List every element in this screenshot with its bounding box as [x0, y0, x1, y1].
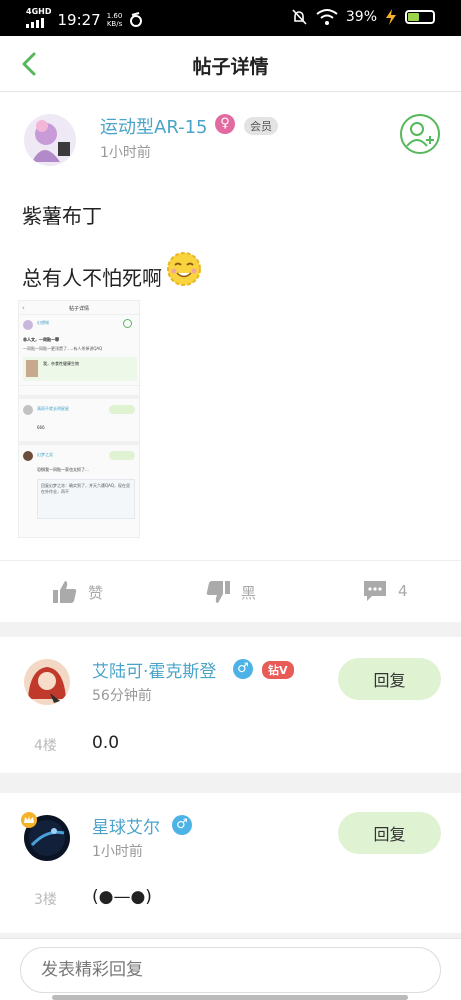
embedded-c2-avatar	[23, 451, 33, 461]
dislike-button[interactable]: 黑	[205, 579, 256, 605]
clock: 19:27	[57, 11, 101, 29]
status-bar: 4GHD 19:27 1.60 KB/s 39%	[0, 0, 461, 36]
network-hd: HD	[38, 7, 52, 16]
post-body: 总有人不怕死啊	[22, 266, 162, 290]
embedded-avatar	[23, 320, 33, 330]
author-name[interactable]: 运动型AR-15	[100, 113, 208, 139]
battery-percent: 39%	[345, 9, 377, 25]
embedded-post-text: 一同贴一同贴一更顶贯了.....有人杀掉讲QAQ	[23, 346, 103, 351]
reply-button[interactable]: 回复	[338, 658, 441, 700]
avatar-image	[28, 667, 66, 703]
status-right: 39%	[290, 8, 435, 26]
embedded-title: 帖子详情	[68, 306, 89, 312]
charging-bolt-icon	[386, 9, 396, 25]
avatar-image	[32, 120, 70, 162]
embedded-c1-name: 满雨不就长明星星	[37, 406, 69, 411]
follow-button[interactable]	[400, 114, 440, 154]
comment-time: 1小时前	[92, 844, 143, 860]
embedded-comment-2: 幻梦之尧 恐惧我一同贴一家也太抓了... 回复幻梦之冻：确实到了，并天六遭QAQ…	[19, 441, 139, 533]
embedded-actions	[19, 385, 139, 395]
floor-number: 4楼	[34, 738, 57, 754]
like-label: 赞	[88, 583, 104, 602]
smiling-face-emoji-icon	[167, 252, 201, 286]
post-time: 1小时前	[100, 145, 151, 161]
embedded-c2-reply	[109, 451, 135, 460]
signal-indicator: 4GHD	[26, 8, 51, 32]
floor-number: 3楼	[34, 892, 57, 908]
embedded-post: 幻想城 非人文，一同贴一罪 一同贴一同贴一更顶贯了.....有人杀掉讲QAQ 我…	[19, 315, 139, 395]
embedded-link-title: 我，杂食性健康生物	[43, 361, 79, 366]
net-speed: 1.60 KB/s	[107, 12, 123, 28]
page-title: 帖子详情	[192, 56, 269, 78]
add-user-icon	[406, 122, 434, 147]
thumbs-up-icon	[53, 581, 77, 603]
app-notification-icon	[130, 12, 143, 27]
embedded-quote: 回复幻梦之冻：确实到了，并天六遭QAQ，现在显在外作业，再不	[37, 479, 135, 519]
dislike-label: 黑	[241, 583, 257, 602]
author-avatar[interactable]	[24, 114, 76, 166]
home-indicator	[52, 995, 408, 1000]
embedded-link-card: 我，杂食性健康生物	[23, 357, 137, 381]
comment-time: 56分钟前	[92, 688, 152, 704]
status-left: 4GHD 19:27 1.60 KB/s	[26, 8, 144, 32]
embedded-c1-reply	[109, 405, 135, 414]
reply-input[interactable]	[20, 947, 441, 993]
reply-button[interactable]: 回复	[338, 812, 441, 854]
post-title: 紫薯布丁	[22, 204, 102, 228]
thumbs-down-icon	[206, 581, 230, 603]
commenter-avatar[interactable]	[24, 659, 70, 705]
comment-content: (●—●)	[92, 887, 152, 907]
female-icon: ♀	[215, 114, 235, 134]
embedded-c2-text: 恐惧我一同贴一家也太抓了...	[37, 467, 89, 472]
battery-icon	[405, 10, 435, 24]
mute-bell-icon	[292, 9, 307, 25]
embedded-c1-avatar	[23, 405, 33, 415]
embedded-c1-text: 666	[37, 425, 45, 430]
embedded-author: 幻想城	[37, 320, 49, 325]
comment-content: 0.0	[92, 733, 120, 753]
post-image-screenshot[interactable]: ‹ 帖子详情 幻想城 非人文，一同贴一罪 一同贴一同贴一更顶贯了.....有人杀…	[18, 300, 140, 538]
commenter-name[interactable]: 艾陆可·霍克斯登	[92, 657, 216, 682]
top-navbar: 帖子详情	[0, 36, 461, 92]
comment-count-button[interactable]: 4	[362, 579, 408, 603]
embedded-link-thumb	[26, 360, 38, 377]
reply-bar	[0, 938, 461, 1000]
net-speed-unit: KB/s	[106, 20, 123, 28]
member-badge: 会员	[244, 117, 278, 135]
embedded-follow-icon	[123, 319, 132, 328]
signal-bars-icon	[26, 18, 44, 28]
net-speed-value: 1.60	[106, 12, 123, 20]
network-type: 4G	[26, 7, 39, 16]
male-icon: ♂	[172, 815, 192, 835]
embedded-post-title: 非人文，一同贴一罪	[23, 337, 59, 342]
comment-bubble-icon	[364, 581, 386, 601]
commenter-name[interactable]: 星球艾尔	[92, 813, 160, 838]
vip-badge: 钻V	[262, 661, 294, 679]
like-button[interactable]: 赞	[52, 579, 103, 605]
embedded-comment-1: 满雨不就长明星星 666	[19, 395, 139, 441]
crown-badge-icon	[21, 812, 37, 828]
comment-item: 星球艾尔 ♂ 1小时前 回复 3楼 (●—●)	[0, 793, 461, 933]
embedded-c2-name: 幻梦之尧	[37, 452, 53, 457]
post-actions: 赞 黑 4	[0, 560, 461, 620]
post-card: 运动型AR-15 ♀ 会员 1小时前 紫薯布丁 总有人不怕死啊 ‹ 帖子详情 幻…	[0, 92, 461, 622]
embedded-navbar: ‹ 帖子详情	[19, 301, 139, 315]
wifi-icon	[316, 9, 338, 25]
male-icon: ♂	[233, 659, 253, 679]
comment-count: 4	[398, 582, 408, 600]
comment-item: 艾陆可·霍克斯登 ♂ 钻V 56分钟前 回复 4楼 0.0	[0, 637, 461, 773]
